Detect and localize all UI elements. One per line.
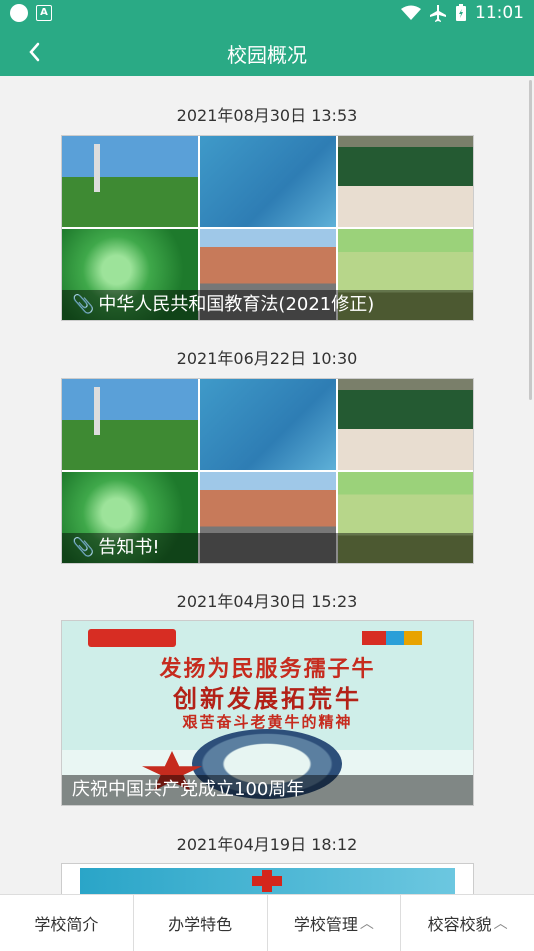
paperclip-icon: 📎 xyxy=(72,537,95,558)
post-caption-bar: 📎 告知书! xyxy=(62,533,473,563)
campus-photo xyxy=(338,379,473,470)
tab-school-features[interactable]: 办学特色 xyxy=(134,895,268,951)
post-card[interactable]: 📎 告知书! xyxy=(61,378,474,564)
tab-label: 学校简介 xyxy=(34,915,99,934)
campus-photo xyxy=(200,136,336,227)
airplane-icon xyxy=(430,5,446,22)
poster-line: 创新发展拓荒牛 xyxy=(173,685,362,713)
post-card[interactable]: 发扬为民服务孺子牛 创新发展拓荒牛 艰苦奋斗老黄牛的精神 庆祝中国共产党成立10… xyxy=(61,620,474,806)
red-cross-icon xyxy=(262,870,272,892)
campus-photo xyxy=(338,136,473,227)
status-time: 11:01 xyxy=(475,3,524,23)
post-date: 2021年04月19日 18:12 xyxy=(176,835,358,854)
campus-photo xyxy=(62,379,198,470)
post-caption: 告知书! xyxy=(98,537,160,558)
post-card[interactable]: 📎 中华人民共和国教育法(2021修正) xyxy=(61,135,474,321)
post-caption-bar: 庆祝中国共产党成立100周年 xyxy=(62,775,473,805)
page-title: 校园概况 xyxy=(227,43,307,67)
status-bar: A 11:01 xyxy=(0,0,534,28)
notification-dot-icon xyxy=(10,4,28,22)
post-caption: 庆祝中国共产党成立100周年 xyxy=(72,779,305,800)
tab-label: 学校管理 xyxy=(293,915,358,934)
post-date: 2021年08月30日 13:53 xyxy=(176,106,358,125)
chevron-up-icon: ︿ xyxy=(493,916,508,932)
post-date: 2021年04月30日 15:23 xyxy=(176,592,358,611)
keyboard-a-icon: A xyxy=(36,5,52,21)
wifi-icon xyxy=(401,5,421,20)
tab-school-management[interactable]: 学校管理 ︿ xyxy=(268,895,402,951)
campus-photo xyxy=(62,136,198,227)
tab-campus-appearance[interactable]: 校容校貌 ︿ xyxy=(401,895,534,951)
tab-label: 校容校貌 xyxy=(427,915,492,934)
tab-school-intro[interactable]: 学校简介 xyxy=(0,895,134,951)
post-caption: 中华人民共和国教育法(2021修正) xyxy=(98,294,375,315)
chevron-up-icon: ︿ xyxy=(359,916,374,932)
poster-emblem xyxy=(362,631,422,645)
post-date: 2021年06月22日 10:30 xyxy=(176,349,358,368)
app-bar: 校园概况 xyxy=(0,28,534,76)
post-caption-bar: 📎 中华人民共和国教育法(2021修正) xyxy=(62,290,473,320)
tab-label: 办学特色 xyxy=(168,915,233,934)
campus-photo xyxy=(200,379,336,470)
bottom-tab-bar: 学校简介 办学特色 学校管理 ︿ 校容校貌 ︿ xyxy=(0,894,534,951)
paperclip-icon: 📎 xyxy=(72,294,95,315)
battery-icon xyxy=(456,4,466,21)
party-100-logo xyxy=(88,629,176,647)
